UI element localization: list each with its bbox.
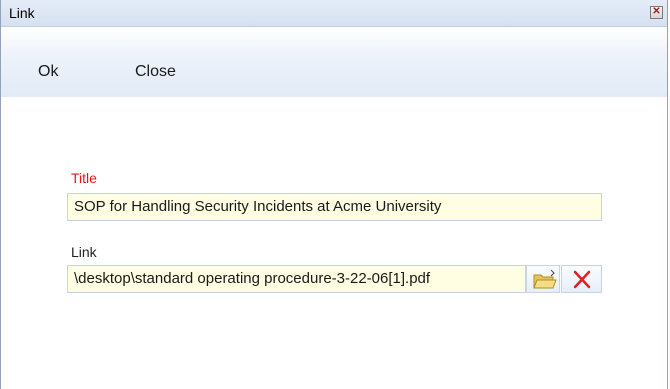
close-icon: ✕	[652, 6, 661, 17]
close-button[interactable]: Close	[135, 63, 176, 81]
folder-open-icon	[533, 269, 557, 289]
title-input[interactable]: SOP for Handling Security Incidents at A…	[67, 193, 602, 221]
menu-bar: Ok Close	[1, 27, 667, 97]
link-label: Link	[71, 244, 97, 260]
clear-link-button[interactable]	[561, 265, 602, 293]
link-dialog: Link ✕ Ok Close Title SOP for Handling S…	[0, 0, 668, 389]
window-close-button[interactable]: ✕	[650, 6, 663, 19]
link-input[interactable]: \desktop\standard operating procedure-3-…	[67, 265, 526, 293]
ok-button[interactable]: Ok	[38, 63, 58, 81]
red-x-icon	[573, 270, 591, 289]
title-label: Title	[71, 170, 97, 186]
title-bar: Link ✕	[1, 0, 667, 27]
dialog-title: Link	[9, 5, 35, 21]
browse-button[interactable]	[526, 265, 560, 293]
